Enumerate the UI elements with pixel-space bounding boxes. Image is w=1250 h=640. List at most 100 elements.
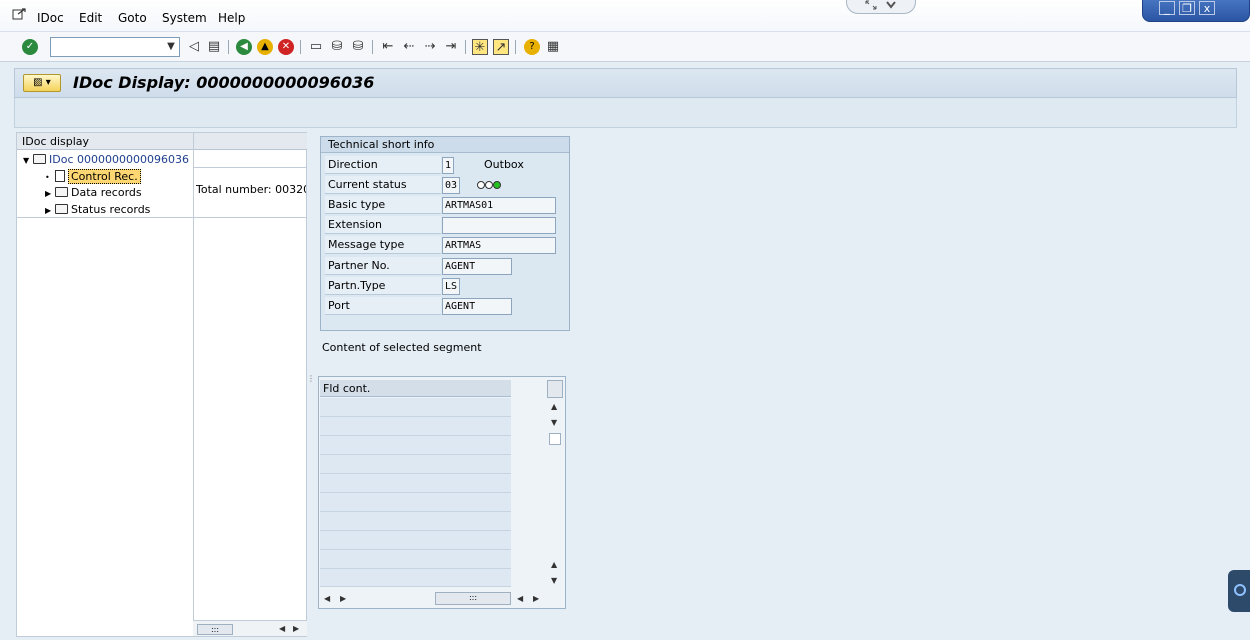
tree-root[interactable]: ▼ IDoc 0000000000096036	[23, 151, 189, 168]
extension-label: Extension	[325, 216, 441, 234]
title-menu-button[interactable]: ▨ ▾	[23, 74, 61, 92]
print-icon[interactable]: ▭	[308, 39, 324, 55]
save-icon[interactable]: ▤	[206, 39, 222, 55]
exit-icon[interactable]: ▲	[257, 39, 273, 55]
scroll-left-icon[interactable]: ◀	[324, 594, 330, 603]
tree-horizontal-scrollbar[interactable]: ::: ◀ ▶	[193, 620, 307, 636]
menu-system[interactable]: System	[162, 11, 207, 25]
new-session-icon[interactable]: ✳	[472, 39, 488, 55]
command-field[interactable]	[50, 37, 180, 57]
menu-exit-icon[interactable]	[12, 8, 26, 20]
direction-field[interactable]: 1	[442, 157, 454, 174]
table-row[interactable]	[320, 474, 511, 493]
toolbar-toggle-handle[interactable]	[846, 0, 916, 14]
menu-idoc[interactable]: IDoc	[37, 11, 64, 25]
table-row[interactable]	[320, 512, 511, 531]
menu-bar: IDoc Edit Goto System Help _ ❐ x	[0, 0, 1250, 32]
scroll-thumb[interactable]: :::	[197, 624, 233, 635]
menu-edit[interactable]: Edit	[79, 11, 102, 25]
tree-item-status-records[interactable]: ▶ Status records	[45, 201, 150, 218]
last-page-icon[interactable]: ⇥	[443, 39, 459, 55]
total-number-text: Total number: 003208	[196, 183, 306, 196]
partner-type-field[interactable]: LS	[442, 278, 460, 295]
status-light	[477, 181, 485, 189]
segment-content-label: Content of selected segment	[322, 341, 482, 354]
previous-page-icon[interactable]: ⇠	[401, 39, 417, 55]
direction-text: Outbox	[484, 158, 524, 171]
menu-help[interactable]: Help	[218, 11, 245, 25]
folder-icon	[55, 204, 68, 214]
table-row[interactable]	[320, 531, 511, 550]
restore-button[interactable]: ❐	[1179, 1, 1195, 15]
table-row[interactable]	[320, 493, 511, 512]
tree-item-data-records[interactable]: ▶ Data records	[45, 184, 142, 201]
scroll-up-icon[interactable]: ▲	[551, 402, 557, 411]
table-row[interactable]	[320, 436, 511, 455]
scroll-down-icon[interactable]: ▼	[551, 576, 557, 585]
idoc-tree: IDoc display ▼ IDoc 0000000000096036 • Con…	[16, 132, 307, 637]
expand-down-icon[interactable]: ▼	[23, 152, 33, 169]
side-support-widget[interactable]	[1228, 570, 1250, 612]
table-row[interactable]	[320, 569, 511, 587]
message-type-label: Message type	[325, 236, 441, 254]
toolbar-separator	[465, 40, 466, 54]
shortcut-icon[interactable]: ↗	[493, 39, 509, 55]
standard-toolbar: ✓ ▼ ◁ ▤ ◀ ▲ ✕ ▭ ⛁ ⛁ ⇤ ⇠ ⇢ ⇥ ✳ ↗ ? ▦	[0, 32, 1250, 62]
status-light	[493, 181, 501, 189]
back-icon[interactable]: ◁	[186, 39, 202, 55]
message-type-field[interactable]: ARTMAS	[442, 237, 556, 254]
help-icon[interactable]: ?	[524, 39, 540, 55]
scroll-thumb[interactable]	[549, 433, 561, 445]
expand-right-icon[interactable]: ▶	[45, 185, 55, 202]
menu-goto[interactable]: Goto	[118, 11, 147, 25]
scroll-right-icon[interactable]: ▶	[533, 594, 539, 603]
find-next-icon[interactable]: ⛁	[350, 39, 366, 55]
scroll-left-icon[interactable]: ◀	[517, 594, 523, 603]
scroll-right-icon[interactable]: ▶	[293, 624, 299, 633]
next-page-icon[interactable]: ⇢	[422, 39, 438, 55]
scroll-thumb[interactable]: :::	[435, 592, 511, 605]
enter-icon[interactable]: ✓	[22, 39, 38, 55]
pane-splitter[interactable]: ⋮	[307, 374, 315, 390]
tree-item-control-rec[interactable]: • Control Rec.	[45, 168, 141, 185]
layout-icon[interactable]: ▦	[545, 39, 561, 55]
scroll-down-icon[interactable]: ▼	[551, 418, 557, 427]
select-all-button[interactable]	[547, 380, 563, 398]
table-row[interactable]	[320, 550, 511, 569]
tree-item-label: Status records	[71, 203, 151, 216]
status-traffic-light-icon	[477, 181, 501, 191]
grid-horizontal-scrollbar[interactable]: ◀ ▶ ::: ◀ ▶	[320, 590, 564, 607]
grid-vertical-scrollbar[interactable]: ▲ ▼ ▲ ▼	[547, 380, 563, 588]
partner-type-label: Partn.Type	[325, 277, 441, 295]
port-field[interactable]: AGENT	[442, 298, 512, 315]
chevron-down-icon	[886, 1, 896, 9]
close-button[interactable]: x	[1199, 1, 1215, 15]
table-row[interactable]	[320, 417, 511, 436]
current-status-field[interactable]: 03	[442, 177, 460, 194]
partner-no-field[interactable]: AGENT	[442, 258, 512, 275]
basic-type-field[interactable]: ARTMAS01	[442, 197, 556, 214]
toolbar-separator	[228, 40, 229, 54]
scroll-up-icon[interactable]: ▲	[551, 560, 557, 569]
table-row[interactable]	[320, 455, 511, 474]
fld-cont-column-header[interactable]: Fld cont.	[320, 380, 511, 397]
first-page-icon[interactable]: ⇤	[380, 39, 396, 55]
tree-column-separator	[193, 133, 194, 623]
minimize-button[interactable]: _	[1159, 1, 1175, 15]
port-label: Port	[325, 297, 441, 315]
tree-item-label: Data records	[71, 186, 142, 199]
open-folder-icon	[33, 154, 46, 164]
tree-header-column2	[194, 133, 307, 150]
find-icon[interactable]: ⛁	[329, 39, 345, 55]
basic-type-label: Basic type	[325, 196, 441, 214]
back-nav-icon[interactable]: ◀	[236, 39, 252, 55]
technical-short-info: Technical short info Direction 1 Outbox …	[320, 136, 570, 331]
command-dropdown-icon[interactable]: ▼	[162, 37, 180, 57]
title-bar: ▨ ▾ IDoc Display: 0000000000096036	[14, 68, 1237, 98]
toolbar-separator	[515, 40, 516, 54]
cancel-icon[interactable]: ✕	[278, 39, 294, 55]
table-row[interactable]	[320, 398, 511, 417]
scroll-right-icon[interactable]: ▶	[340, 594, 346, 603]
extension-field[interactable]	[442, 217, 556, 234]
scroll-left-icon[interactable]: ◀	[279, 624, 285, 633]
